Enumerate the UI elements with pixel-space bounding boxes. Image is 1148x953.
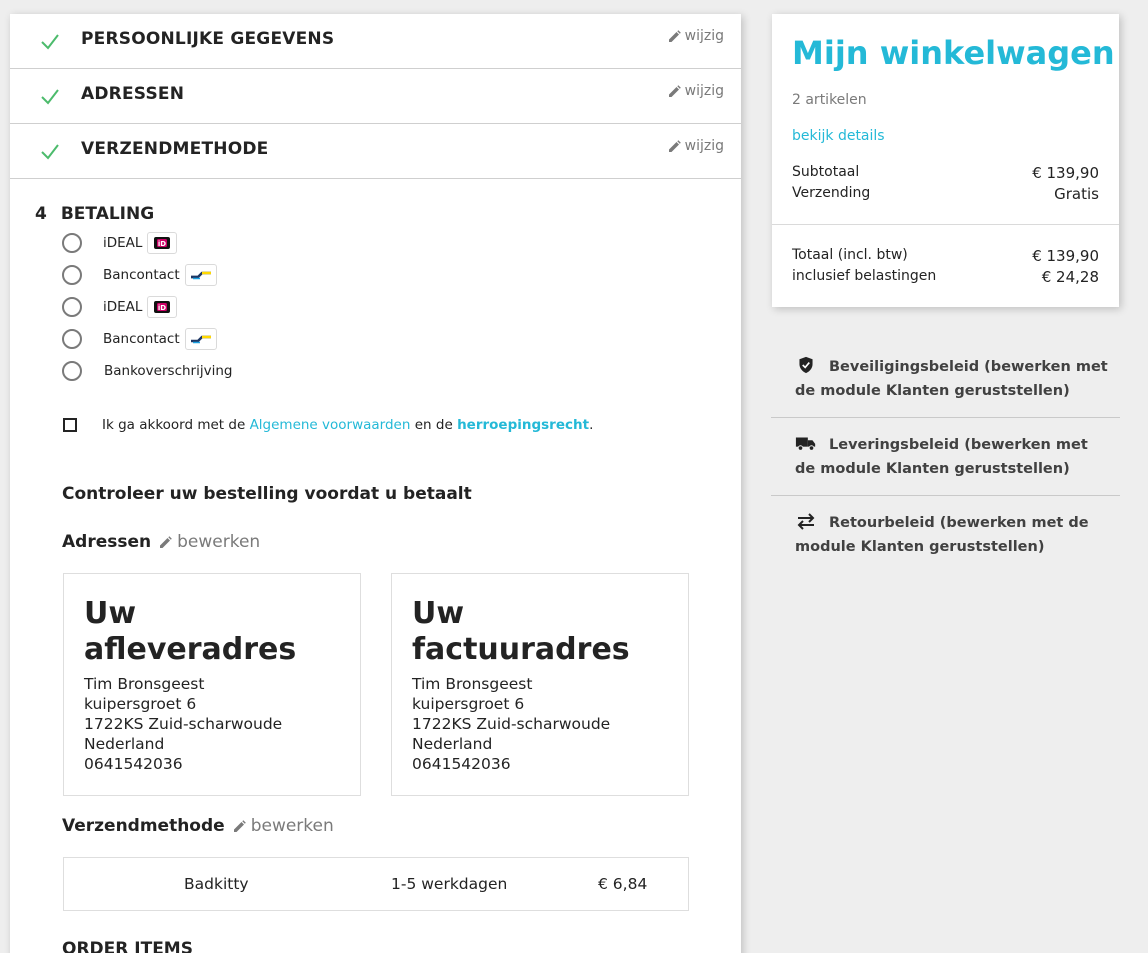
check-icon xyxy=(41,144,59,160)
payment-option-bancontact[interactable]: Bancontact xyxy=(62,263,217,287)
shipping-price: € 6,84 xyxy=(598,875,648,893)
payment-radio[interactable] xyxy=(62,233,82,253)
withdrawal-link[interactable]: herroepingsrecht xyxy=(457,417,589,433)
subtotal-row: Subtotaal € 139,90 xyxy=(792,164,1099,182)
order-items-heading: ORDER ITEMS xyxy=(62,939,193,953)
cart-title: Mijn winkelwagen xyxy=(792,34,1115,72)
payment-label: iDEAL xyxy=(103,299,143,315)
payment-label: Bancontact xyxy=(103,331,180,347)
address-line: Nederland xyxy=(412,735,493,753)
tax-value: € 24,28 xyxy=(1041,268,1099,286)
step-title: BETALING xyxy=(60,204,155,224)
pencil-icon xyxy=(668,139,681,152)
check-icon xyxy=(41,34,59,50)
shipping-summary-row: Badkitty 1-5 werkdagen € 6,84 xyxy=(63,857,689,911)
step-addresses[interactable]: ADRESSEN wijzig xyxy=(10,69,741,124)
address-line: Tim Bronsgeest xyxy=(412,675,533,693)
payment-radio[interactable] xyxy=(62,329,82,349)
terms-text: Ik ga akkoord met de Algemene voorwaarde… xyxy=(102,417,594,433)
address-line: Tim Bronsgeest xyxy=(84,675,205,693)
payment-option-bancontact-2[interactable]: Bancontact xyxy=(62,327,217,351)
subtotal-value: € 139,90 xyxy=(1032,164,1099,182)
step-number: 4 xyxy=(35,204,47,224)
address-line: kuipersgroet 6 xyxy=(412,695,525,713)
shipping-heading: Verzendmethode bewerken xyxy=(62,816,334,836)
policy-text: Beveiligingsbeleid (bewerken met de modu… xyxy=(795,359,1108,399)
step-personal-info[interactable]: PERSOONLIJKE GEGEVENS wijzig xyxy=(10,14,741,69)
tax-row: inclusief belastingen € 24,28 xyxy=(792,268,1099,286)
total-value: € 139,90 xyxy=(1032,247,1099,265)
terms-checkbox[interactable] xyxy=(63,418,77,432)
terms-agreement: Ik ga akkoord met de Algemene voorwaarde… xyxy=(63,417,593,433)
carrier-name: Badkitty xyxy=(184,875,249,893)
address-line: kuipersgroet 6 xyxy=(84,695,197,713)
delivery-address-card: Uw afleveradres Tim Bronsgeest kuipersgr… xyxy=(63,573,361,796)
total-label: Totaal (incl. btw) xyxy=(792,247,908,263)
step-shipping-method[interactable]: VERZENDMETHODE wijzig xyxy=(10,124,741,179)
svg-text:iD: iD xyxy=(158,304,166,312)
ideal-logo-icon: iD xyxy=(147,296,178,318)
policy-divider xyxy=(771,417,1120,418)
payment-option-ideal[interactable]: iDEAL iD xyxy=(62,231,178,255)
tax-label: inclusief belastingen xyxy=(792,268,937,284)
payment-option-ideal-2[interactable]: iDEAL iD xyxy=(62,295,178,319)
policy-text: Retourbeleid (bewerken met de module Kla… xyxy=(795,515,1089,555)
pencil-icon xyxy=(160,535,172,548)
invoice-address-heading: Uw factuuradres xyxy=(412,596,630,667)
edit-link[interactable]: wijzig xyxy=(668,28,724,44)
payment-step-title: 4 BETALING xyxy=(35,204,154,224)
cart-details-link[interactable]: bekijk details xyxy=(792,128,885,144)
edit-link[interactable]: wijzig xyxy=(668,83,724,99)
return-policy: Retourbeleid (bewerken met de module Kla… xyxy=(771,511,1120,559)
delivery-address-heading: Uw afleveradres xyxy=(84,596,297,667)
payment-radio[interactable] xyxy=(62,297,82,317)
checkout-panel: PERSOONLIJKE GEGEVENS wijzig ADRESSEN wi… xyxy=(10,14,741,953)
shipping-row: Verzending Gratis xyxy=(792,185,1099,203)
payment-label: Bancontact xyxy=(103,267,180,283)
edit-addresses-link[interactable]: bewerken xyxy=(159,532,260,552)
step-title: VERZENDMETHODE xyxy=(81,139,269,159)
subtotal-label: Subtotaal xyxy=(792,164,860,180)
review-title: Controleer uw bestelling voordat u betaa… xyxy=(62,484,472,504)
shipping-label: Verzending xyxy=(792,185,871,201)
delivery-policy: Leveringsbeleid (bewerken met de module … xyxy=(771,433,1120,481)
payment-radio[interactable] xyxy=(62,265,82,285)
svg-text:iD: iD xyxy=(158,240,166,248)
edit-shipping-link[interactable]: bewerken xyxy=(233,816,334,836)
address-line: 1722KS Zuid-scharwoude xyxy=(412,715,611,733)
pencil-icon xyxy=(233,819,246,832)
total-row: Totaal (incl. btw) € 139,90 xyxy=(792,247,1099,265)
swap-arrows-icon xyxy=(797,513,815,530)
policy-text: Leveringsbeleid (bewerken met de module … xyxy=(795,437,1088,477)
payment-label: iDEAL xyxy=(103,235,143,251)
payment-radio[interactable] xyxy=(62,361,82,381)
edit-link[interactable]: wijzig xyxy=(668,138,724,154)
policy-divider xyxy=(771,495,1120,496)
invoice-address-card: Uw factuuradres Tim Bronsgeest kuipersgr… xyxy=(391,573,689,796)
step-title: ADRESSEN xyxy=(81,84,185,104)
addresses-heading: Adressen bewerken xyxy=(62,532,261,552)
address-line: 1722KS Zuid-scharwoude xyxy=(84,715,283,733)
bancontact-logo-icon xyxy=(184,264,217,286)
cart-item-count: 2 artikelen xyxy=(792,92,867,108)
address-line: Nederland xyxy=(84,735,165,753)
step-title: PERSOONLIJKE GEGEVENS xyxy=(81,29,335,49)
cart-summary: Mijn winkelwagen 2 artikelen bekijk deta… xyxy=(772,14,1119,307)
shipping-value: Gratis xyxy=(1054,185,1099,203)
bancontact-logo-icon xyxy=(184,328,217,350)
delivery-delay: 1-5 werkdagen xyxy=(391,875,508,893)
shield-check-icon xyxy=(799,356,813,374)
pencil-icon xyxy=(668,29,681,42)
address-line: 0641542036 xyxy=(84,755,183,773)
address-line: 0641542036 xyxy=(412,755,511,773)
payment-option-bank-transfer[interactable]: Bankoverschrijving xyxy=(62,359,232,383)
terms-link[interactable]: Algemene voorwaarden xyxy=(250,417,411,433)
ideal-logo-icon: iD xyxy=(147,232,178,254)
security-policy: Beveiligingsbeleid (bewerken met de modu… xyxy=(771,355,1120,403)
truck-icon xyxy=(795,437,816,451)
cart-divider xyxy=(772,224,1119,225)
payment-label: Bankoverschrijving xyxy=(104,363,233,379)
check-icon xyxy=(41,89,59,105)
pencil-icon xyxy=(668,84,681,97)
